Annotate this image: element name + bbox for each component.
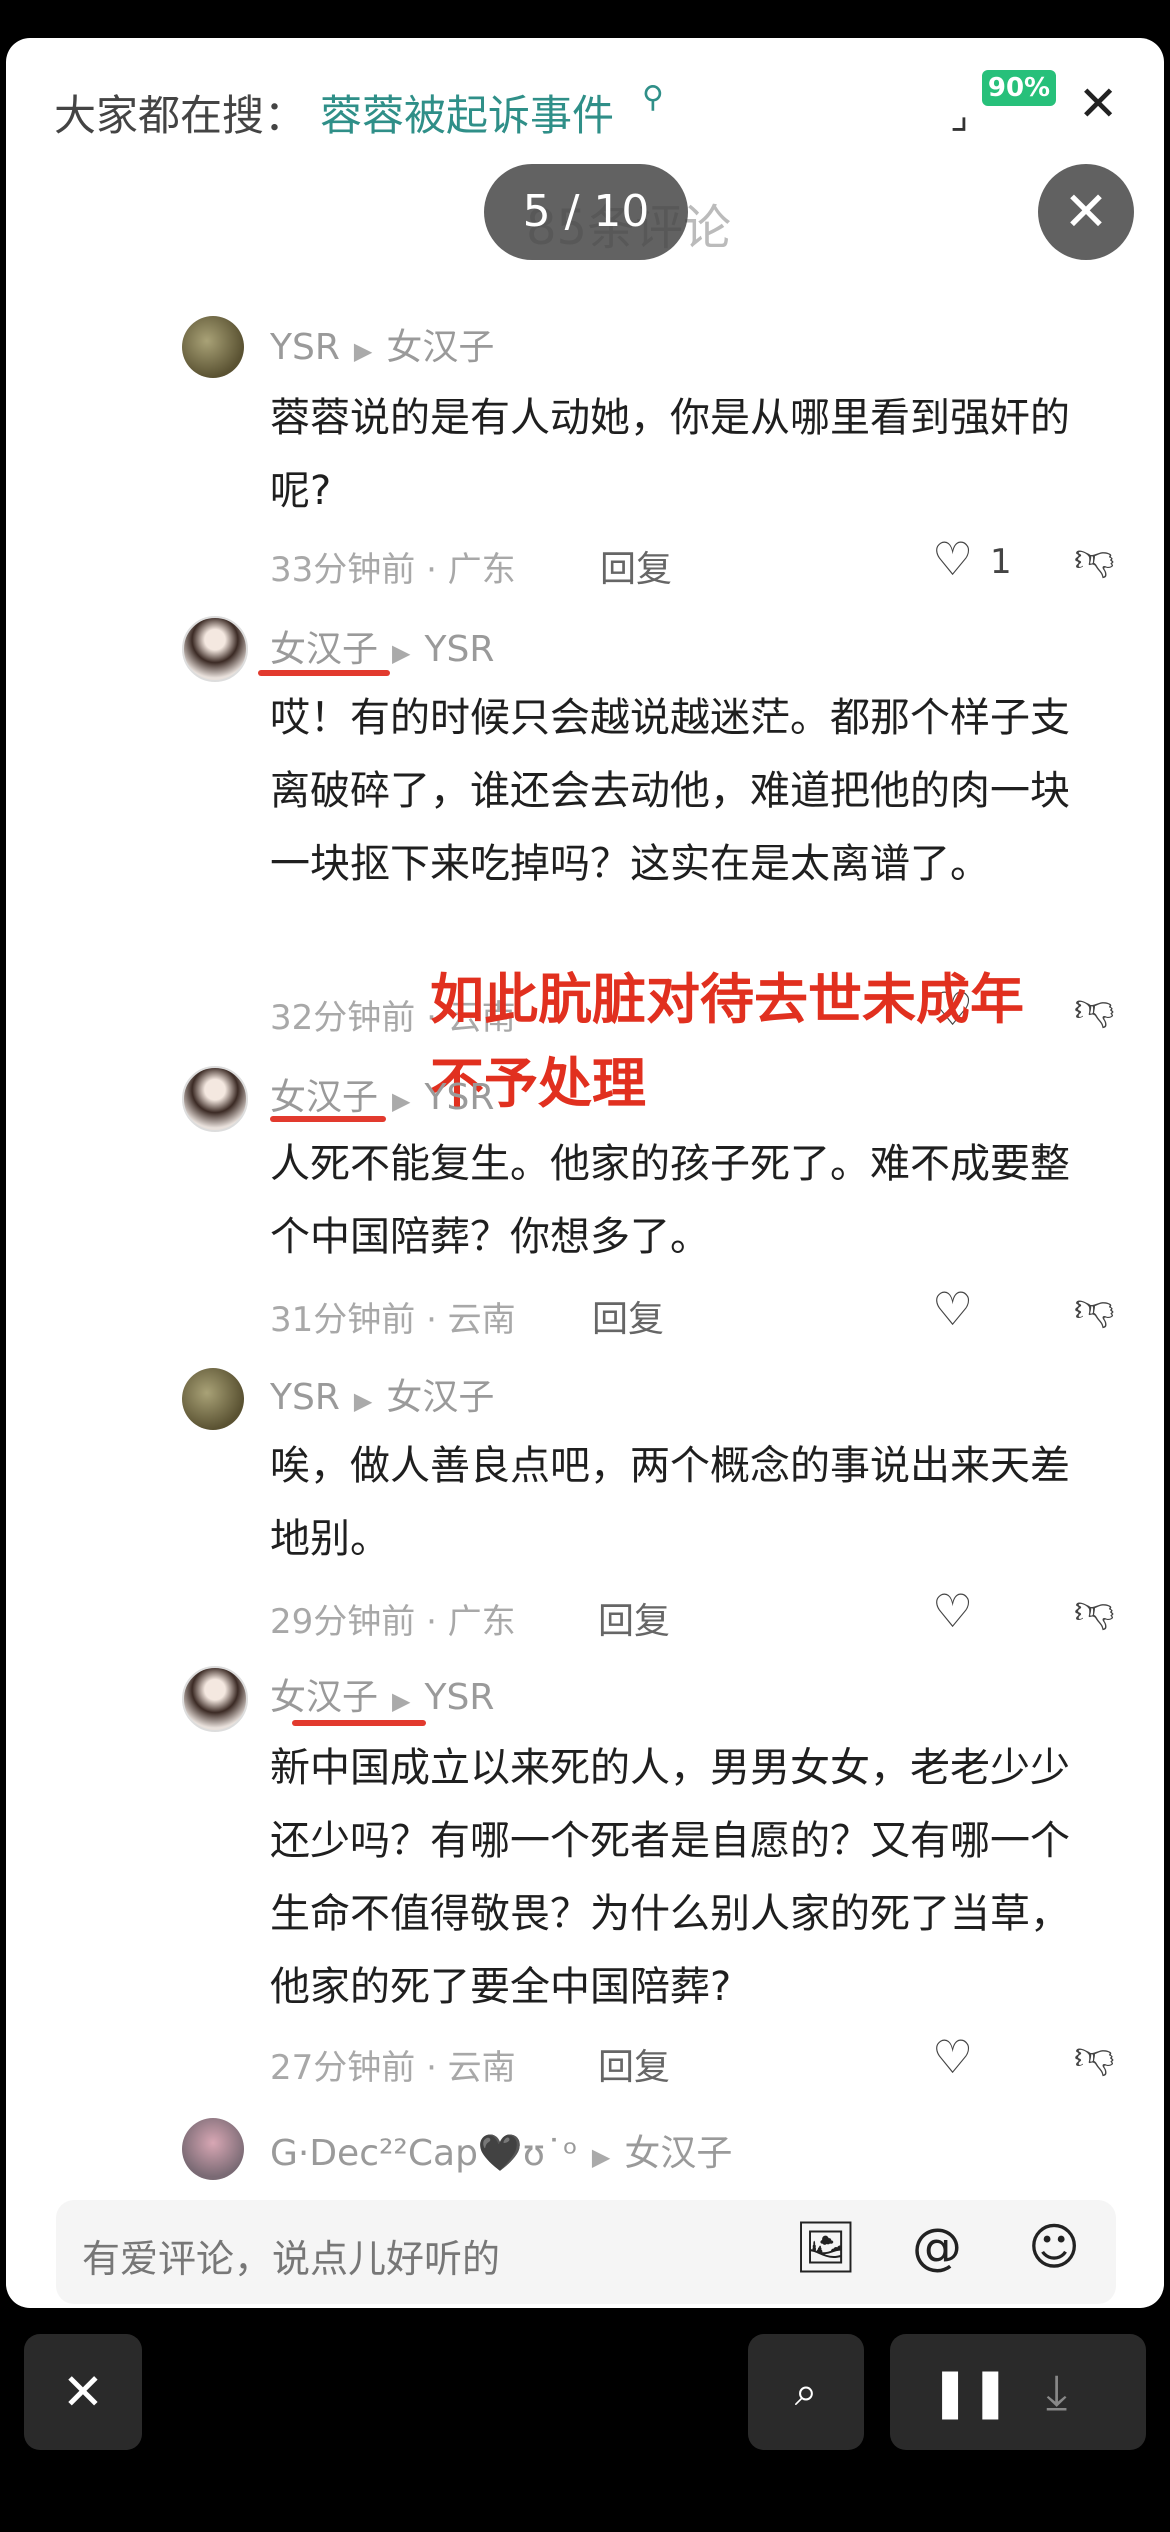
comment-text: 唉，做人善良点吧，两个概念的事说出来天差地别。 <box>270 1443 1070 1562</box>
search-icon: ⚲ <box>642 80 664 115</box>
author-name[interactable]: YSR <box>270 327 340 368</box>
comment-meta: 33分钟前 · 广东 <box>270 550 516 590</box>
image-icon[interactable]: 🖼︎ <box>794 2222 857 2272</box>
heart-icon[interactable]: ♡ <box>932 2034 973 2080</box>
author-name[interactable]: 女汉子 <box>270 1077 378 1118</box>
search-bar[interactable]: 大家都在搜： 蓉蓉被起诉事件 ⚲ ⌟ 90% ✕ <box>6 38 1164 178</box>
comment-meta: 31分钟前 · 云南 <box>270 1300 516 1340</box>
author-name[interactable]: 女汉子 <box>270 629 378 670</box>
close-viewer-button[interactable]: ✕ <box>24 2334 142 2450</box>
reply-arrow-icon: ▶ <box>392 1087 411 1115</box>
page-counter: 5 / 10 <box>484 164 688 260</box>
heart-icon[interactable]: ♡ <box>932 536 973 582</box>
search-topic-link[interactable]: 蓉蓉被起诉事件 <box>320 82 614 143</box>
thumbs-down-icon[interactable]: 👎︎ <box>1074 1288 1115 1328</box>
comment-header: YSR ▶ 女汉子 <box>270 1368 494 1420</box>
screenshot-panel: 大家都在搜： 蓉蓉被起诉事件 ⚲ ⌟ 90% ✕ 85条评论 YSR▶女汉子 蓉… <box>6 38 1164 2308</box>
reply-to-name[interactable]: YSR <box>424 1677 494 1718</box>
comment-text: 人死不能复生。他家的孩子死了。难不成要整个中国陪葬？你想多了。 <box>270 1141 1070 1260</box>
reply-to-name[interactable]: YSR <box>424 629 494 670</box>
heart-icon[interactable]: ♡ <box>932 1588 973 1634</box>
avatar[interactable] <box>182 2118 244 2180</box>
thumbs-down-icon[interactable]: 👎︎ <box>1074 988 1115 1028</box>
annotation-line-2: 不予处理 <box>430 1052 646 1115</box>
thumbs-down-icon[interactable]: 👎︎ <box>1074 538 1115 578</box>
playback-controls: ❚❚ ⤓ <box>890 2334 1146 2450</box>
reply-to-name[interactable]: YSR <box>424 1077 494 1118</box>
reply-arrow-icon: ▶ <box>591 2143 611 2171</box>
thumbs-down-icon[interactable]: 👎︎ <box>1074 2036 1115 2076</box>
comment-text: 哎！有的时候只会越说越迷茫。都那个样子支离破碎了，谁还会去动他，难道把他的肉一块… <box>270 695 1070 887</box>
thumbs-down-icon[interactable]: 👎︎ <box>1074 1590 1115 1630</box>
avatar[interactable] <box>182 1368 244 1430</box>
like-count: 1 <box>990 542 1012 582</box>
reply-arrow-icon: ▶ <box>353 1387 373 1415</box>
author-name[interactable]: 女汉子 <box>270 1677 378 1718</box>
reply-button[interactable]: 回复 <box>592 1290 664 1342</box>
comment-input[interactable]: 有爱评论，说点儿好听的 🖼︎ @ ☺ <box>56 2200 1116 2304</box>
reply-button[interactable]: 回复 <box>598 1592 670 1644</box>
comment-header: YSR ▶ 女汉子 <box>270 318 494 370</box>
reply-arrow-icon: ▶ <box>392 1687 411 1715</box>
comment-text: 蓉蓉说的是有人动她，你是从哪里看到强奸的呢? <box>270 395 1070 514</box>
red-underline-annotation <box>292 1720 426 1726</box>
comment-meta: 29分钟前 · 广东 <box>270 1602 516 1642</box>
comment-header: G·Dec²²Cap🖤ʊ˙ᵒ ▶ 女汉子 <box>270 2124 732 2176</box>
comment-header: 女汉子 ▶ YSR <box>270 1668 494 1720</box>
red-underline-annotation <box>258 670 390 676</box>
heart-icon[interactable]: ♡ <box>932 1286 973 1332</box>
reply-button[interactable]: 回复 <box>598 2038 670 2090</box>
comment-header: 女汉子 ▶ YSR <box>270 620 494 672</box>
red-annotation-text: 如此肮脏对待去世未成年 不予处理 <box>430 958 1024 1126</box>
viewer-close-icon[interactable]: ✕ <box>1038 164 1134 260</box>
comment-input-placeholder[interactable]: 有爱评论，说点儿好听的 <box>82 2228 500 2283</box>
search-prefix: 大家都在搜： <box>54 91 307 140</box>
comment-meta: 27分钟前 · 云南 <box>270 2048 516 2088</box>
red-underline-annotation <box>270 1116 386 1122</box>
scan-icon[interactable]: ⌕ <box>748 2334 864 2450</box>
close-icon[interactable]: ✕ <box>1078 80 1118 128</box>
avatar[interactable] <box>182 1666 248 1732</box>
reply-arrow-icon: ▶ <box>392 639 411 667</box>
emoji-icon[interactable]: ☺ <box>1028 2222 1080 2272</box>
reply-button[interactable]: 回复 <box>600 540 672 592</box>
reply-to-name[interactable]: 女汉子 <box>624 2133 732 2174</box>
reply-to-name[interactable]: 女汉子 <box>386 1377 494 1418</box>
reply-to-name[interactable]: 女汉子 <box>386 327 494 368</box>
pause-icon[interactable]: ❚❚ <box>930 2334 1010 2450</box>
minimize-icon[interactable]: ⌟ <box>950 92 969 138</box>
battery-badge: 90% <box>982 70 1056 106</box>
annotation-line-1: 如此肮脏对待去世未成年 <box>430 968 1024 1031</box>
comment-text: 新中国成立以来死的人，男男女女，老老少少还少吗？有哪一个死者是自愿的？又有哪一个… <box>270 1745 1070 2010</box>
avatar[interactable] <box>182 1066 248 1132</box>
reply-arrow-icon: ▶ <box>353 337 373 365</box>
download-icon[interactable]: ⤓ <box>1046 2334 1067 2450</box>
author-name[interactable]: G·Dec²²Cap🖤ʊ˙ᵒ <box>270 2133 578 2174</box>
avatar[interactable] <box>182 616 248 682</box>
comment-header: 女汉子 ▶ YSR <box>270 1068 494 1120</box>
mention-icon[interactable]: @ <box>912 2222 962 2272</box>
avatar[interactable] <box>182 316 244 378</box>
author-name[interactable]: YSR <box>270 1377 340 1418</box>
